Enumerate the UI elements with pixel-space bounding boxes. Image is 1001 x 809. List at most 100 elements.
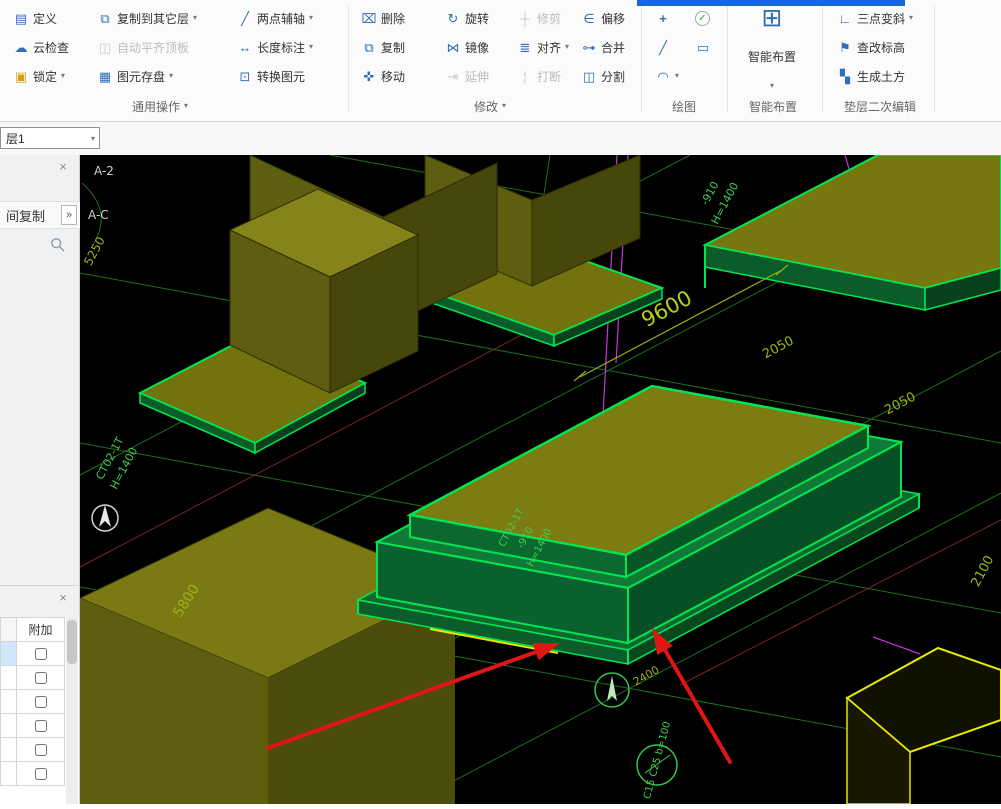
copy-layers-icon: ⧉ [100, 10, 110, 26]
length-dimension-button[interactable]: ↔ 长度标注 ▾ [232, 35, 318, 59]
rect-tool-button[interactable]: ▭ [690, 35, 716, 59]
table-row [16, 737, 65, 762]
delete-button[interactable]: ⌧ 删除 [356, 6, 410, 30]
attributes-panel: 附加 [0, 617, 79, 804]
two-point-aux-axis-icon: ╱ [241, 10, 249, 26]
lock-button[interactable]: ▣ 锁定 ▾ [8, 64, 70, 88]
rotate-icon: ↻ [447, 10, 459, 26]
attr-checkbox[interactable] [34, 647, 47, 660]
trim-label: 修剪 [537, 11, 562, 26]
generate-earthwork-button[interactable]: ▚ 生成土方 [832, 64, 910, 88]
row-selector-cell[interactable] [0, 761, 17, 786]
scrollbar[interactable] [66, 617, 78, 804]
copy-to-other-layers-button[interactable]: ⧉ 复制到其它层 ▾ [92, 6, 202, 30]
offset-label: 偏移 [601, 11, 626, 26]
titlebar-accent [637, 0, 905, 6]
move-button[interactable]: ✜ 移动 [356, 64, 410, 88]
row-selector-cell[interactable] [0, 641, 17, 666]
chevron-down-icon: ▾ [193, 13, 198, 22]
extend-label: 延伸 [465, 69, 490, 84]
model-view[interactable]: 9600 2050 2050 2100 5800 2400 5250 -910 … [78, 154, 1001, 805]
point-tool-button[interactable]: + [650, 6, 676, 30]
copy-button[interactable]: ⧉ 复制 [356, 35, 410, 59]
attrs-corner-cell [0, 617, 17, 642]
offset-button[interactable]: ∈ 偏移 [576, 6, 630, 30]
move-label: 移动 [381, 69, 406, 84]
convert-element-icon: ⊡ [239, 68, 251, 84]
copy-between-floors-item[interactable]: 间复制 » [0, 201, 80, 229]
axis-label: A-2 [94, 164, 114, 178]
arc-tool-button[interactable]: ◠ ▾ [650, 64, 684, 88]
split-button[interactable]: ◫ 分割 [576, 64, 630, 88]
smart-layout-button[interactable]: ⊞ 智能布置 ▾ [733, 4, 811, 92]
extend-icon: ⇥ [447, 68, 459, 84]
chevron-down-icon: ▾ [675, 71, 680, 80]
align-icon: ≣ [519, 39, 531, 55]
chevron-down-icon: ▾ [502, 101, 507, 110]
row-selector-cell[interactable] [0, 689, 17, 714]
merge-icon: ⊶ [582, 39, 596, 55]
convert-element-button[interactable]: ⊡ 转换图元 [232, 64, 310, 88]
rotate-button[interactable]: ↻ 旋转 [440, 6, 494, 30]
chevron-down-icon: ▾ [309, 42, 314, 51]
group-label-general-ops[interactable]: 通用操作 ▾ [60, 97, 260, 115]
earthwork-icon: ▚ [840, 68, 850, 84]
mirror-icon: ⋈ [446, 39, 460, 55]
three-point-slope-button[interactable]: ∟ 三点变斜 ▾ [832, 6, 918, 30]
left-panel: × 间复制 » × 附加 [0, 155, 80, 804]
close-icon[interactable]: × [56, 160, 70, 174]
line-tool-button[interactable]: ╱ [650, 35, 676, 59]
group-separator [934, 6, 935, 112]
line-icon: ╱ [659, 39, 667, 55]
attr-checkbox[interactable] [34, 719, 47, 732]
row-selector-cell[interactable] [0, 737, 17, 762]
length-dimension-label: 长度标注 [257, 40, 306, 55]
layer-bar: 层1 ▾ [0, 122, 1001, 155]
layer-select[interactable]: 层1 ▾ [0, 127, 100, 149]
cloud-check-button[interactable]: ☁ 云检查 [8, 35, 74, 59]
group-label-modify[interactable]: 修改 ▾ [400, 97, 580, 115]
extend-button: ⇥ 延伸 [440, 64, 494, 88]
auto-align-top-slab-label: 自动平齐顶板 [117, 40, 190, 55]
rotate-label: 旋转 [465, 11, 490, 26]
chevron-down-icon: ▾ [909, 13, 914, 22]
move-icon: ✜ [363, 68, 375, 84]
attr-checkbox[interactable] [34, 767, 47, 780]
scrollbar-thumb[interactable] [67, 620, 77, 664]
row-selector-cell[interactable] [0, 713, 17, 738]
align-label: 对齐 [537, 40, 562, 55]
save-element-button[interactable]: ▦ 图元存盘 ▾ [92, 64, 178, 88]
cloud-check-label: 云检查 [33, 40, 70, 55]
group-label-smart-layout: 智能布置 [748, 99, 797, 114]
lock-label: 锁定 [33, 69, 58, 84]
align-button[interactable]: ≣ 对齐 ▾ [512, 35, 574, 59]
check-tool-button[interactable]: ✓ [690, 6, 715, 30]
rectangle-icon: ▭ [696, 39, 710, 55]
attr-checkbox[interactable] [34, 671, 47, 684]
close-icon[interactable]: × [56, 591, 70, 605]
arc-icon: ◠ [657, 68, 669, 84]
table-row [16, 761, 65, 786]
define-button[interactable]: ▤ 定义 [8, 6, 62, 30]
group-separator [822, 6, 823, 112]
attr-checkbox[interactable] [34, 695, 47, 708]
row-selector-cell[interactable] [0, 665, 17, 690]
attr-checkbox[interactable] [34, 743, 47, 756]
check-circle-icon: ✓ [695, 10, 710, 26]
length-dimension-icon: ↔ [238, 39, 252, 55]
chevron-down-icon: ▾ [184, 101, 189, 110]
check-modify-elevation-button[interactable]: ⚑ 查改标高 [832, 35, 910, 59]
break-button: ¦ 打断 [512, 64, 566, 88]
save-element-icon: ▦ [98, 68, 112, 84]
search-icon[interactable] [50, 237, 66, 253]
check-modify-elevation-label: 查改标高 [857, 40, 906, 55]
mirror-button[interactable]: ⋈ 镜像 [440, 35, 494, 59]
expand-button[interactable]: » [61, 205, 77, 225]
group-label-cushion-edit: 垫层二次编辑 [843, 99, 916, 114]
table-row [16, 665, 65, 690]
drawing-canvas[interactable]: 9600 2050 2050 2100 5800 2400 5250 -910 … [78, 154, 1001, 805]
table-row [16, 689, 65, 714]
merge-button[interactable]: ⊶ 合并 [576, 35, 630, 59]
two-point-aux-axis-button[interactable]: ╱ 两点辅轴 ▾ [232, 6, 318, 30]
three-point-slope-label: 三点变斜 [857, 11, 906, 26]
